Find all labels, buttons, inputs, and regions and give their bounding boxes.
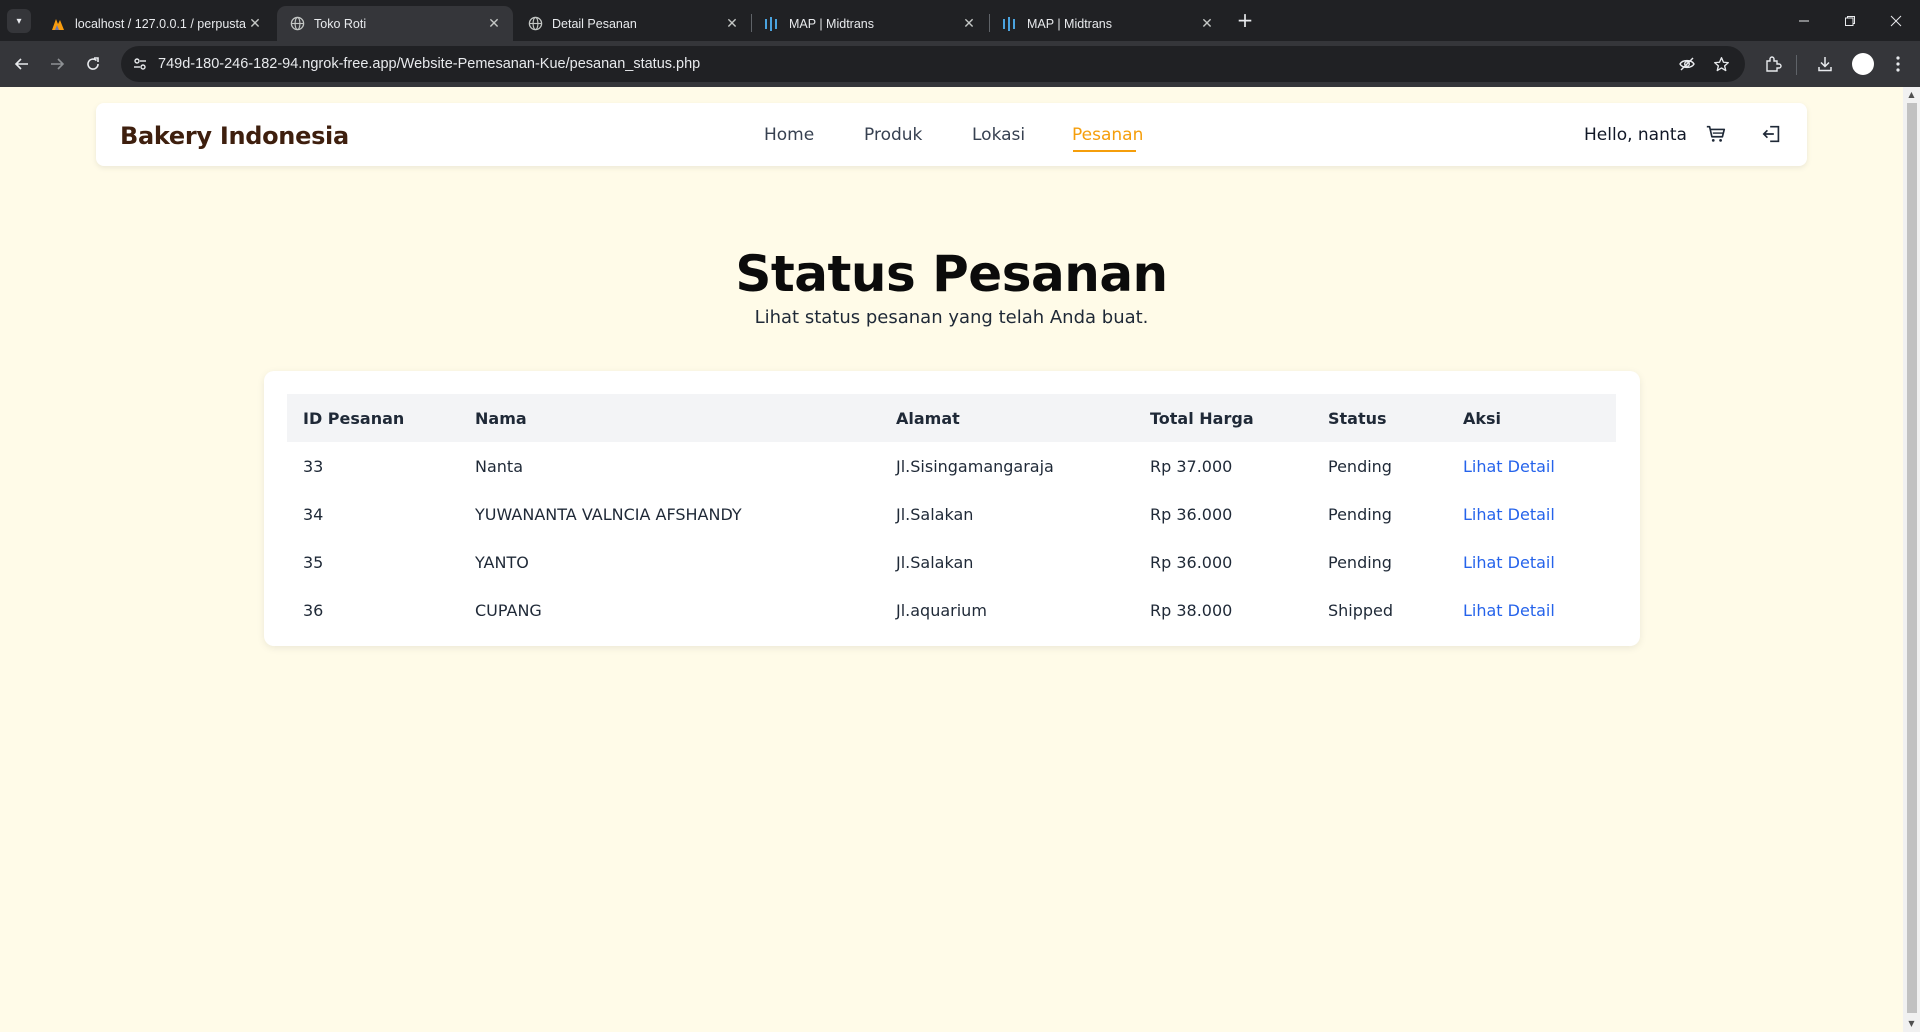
midtrans-icon — [1002, 16, 1018, 32]
tab-search-chevron-icon[interactable]: ▾ — [7, 9, 31, 33]
column-header-aksi: Aksi — [1463, 409, 1502, 428]
active-nav-underline — [1073, 150, 1136, 152]
back-icon[interactable] — [7, 49, 37, 79]
cart-icon[interactable] — [1703, 121, 1729, 147]
cell-id: 35 — [303, 553, 324, 572]
extensions-icon[interactable] — [1761, 52, 1785, 76]
globe-icon — [527, 16, 543, 32]
close-window-icon[interactable] — [1873, 0, 1919, 41]
restore-icon[interactable] — [1827, 0, 1873, 41]
cell-status: Pending — [1328, 553, 1392, 572]
browser-tab-title: localhost / 127.0.0.1 / perpustal — [75, 16, 246, 31]
url-text: 749d-180-246-182-94.ngrok-free.app/Websi… — [158, 56, 701, 72]
phpmyadmin-icon — [50, 16, 66, 32]
brand-logo-text[interactable]: Bakery Indonesia — [120, 122, 349, 150]
browser-tab-2[interactable]: Detail Pesanan ✕ — [515, 6, 751, 41]
table-row: 36 CUPANG Jl.aquarium Rp 38.000 Shipped … — [287, 586, 1616, 634]
cell-id: 34 — [303, 505, 324, 524]
browser-tab-4[interactable]: MAP | Midtrans ✕ — [990, 6, 1226, 41]
browser-tab-title: Toko Roti — [314, 16, 367, 31]
table-row: 33 Nanta Jl.Sisingamangaraja Rp 37.000 P… — [287, 442, 1616, 490]
close-tab-icon[interactable]: ✕ — [723, 16, 741, 32]
close-tab-icon[interactable]: ✕ — [1198, 16, 1216, 32]
cell-nama: YUWANANTA VALNCIA AFSHANDY — [475, 505, 742, 524]
browser-tab-0[interactable]: localhost / 127.0.0.1 / perpustal ✕ — [38, 6, 274, 41]
view-detail-link[interactable]: Lihat Detail — [1463, 553, 1555, 572]
more-menu-icon[interactable] — [1886, 52, 1910, 76]
column-header-id: ID Pesanan — [303, 409, 405, 428]
profile-avatar[interactable] — [1852, 53, 1874, 75]
cell-alamat: Jl.Sisingamangaraja — [896, 457, 1054, 476]
download-icon[interactable] — [1813, 52, 1837, 76]
close-tab-icon[interactable]: ✕ — [246, 16, 264, 32]
globe-icon — [289, 16, 305, 32]
cell-total: Rp 38.000 — [1150, 601, 1233, 620]
cell-status: Shipped — [1328, 601, 1394, 620]
nav-pesanan[interactable]: Pesanan — [1072, 125, 1143, 145]
new-tab-button[interactable]: + — [1233, 9, 1257, 33]
reload-icon[interactable] — [78, 49, 108, 79]
cell-status: Pending — [1328, 457, 1392, 476]
cell-nama: YANTO — [475, 553, 529, 572]
browser-tab-3[interactable]: MAP | Midtrans ✕ — [752, 6, 988, 41]
table-header: ID Pesanan Nama Alamat Total Harga Statu… — [287, 394, 1616, 442]
cell-nama: Nanta — [475, 457, 523, 476]
address-bar[interactable]: 749d-180-246-182-94.ngrok-free.app/Websi… — [121, 46, 1745, 82]
close-tab-icon[interactable]: ✕ — [485, 16, 503, 32]
logout-icon[interactable] — [1759, 121, 1785, 147]
cell-id: 33 — [303, 457, 324, 476]
browser-toolbar: 749d-180-246-182-94.ngrok-free.app/Websi… — [0, 41, 1920, 87]
column-header-total: Total Harga — [1150, 409, 1254, 428]
browser-tab-1[interactable]: Toko Roti ✕ — [277, 6, 513, 41]
view-detail-link[interactable]: Lihat Detail — [1463, 457, 1555, 476]
page-viewport: Bakery Indonesia Home Produk Lokasi Pesa… — [0, 87, 1903, 1032]
cell-alamat: Jl.aquarium — [896, 601, 987, 620]
nav-produk[interactable]: Produk — [864, 125, 922, 145]
site-info-icon[interactable] — [126, 50, 154, 78]
user-greeting: Hello, nanta — [1584, 125, 1687, 145]
view-detail-link[interactable]: Lihat Detail — [1463, 505, 1555, 524]
midtrans-icon — [764, 16, 780, 32]
table-row: 35 YANTO Jl.Salakan Rp 36.000 Pending Li… — [287, 538, 1616, 586]
browser-tab-title: Detail Pesanan — [552, 16, 637, 31]
cell-total: Rp 36.000 — [1150, 553, 1233, 572]
page-subtitle: Lihat status pesanan yang telah Anda bua… — [754, 307, 1149, 328]
toolbar-divider — [1796, 55, 1797, 75]
column-header-alamat: Alamat — [896, 409, 960, 428]
cell-total: Rp 37.000 — [1150, 457, 1233, 476]
browser-tab-bar: ▾ localhost / 127.0.0.1 / perpustal ✕ To… — [0, 0, 1920, 41]
scroll-up-icon[interactable]: ▲ — [1903, 87, 1920, 103]
cell-alamat: Jl.Salakan — [896, 553, 974, 572]
orders-table: ID Pesanan Nama Alamat Total Harga Statu… — [287, 394, 1616, 634]
orders-card: ID Pesanan Nama Alamat Total Harga Statu… — [264, 371, 1640, 646]
column-header-status: Status — [1328, 409, 1387, 428]
site-navbar: Bakery Indonesia Home Produk Lokasi Pesa… — [96, 103, 1807, 166]
bookmark-star-icon[interactable] — [1709, 52, 1733, 76]
minimize-icon[interactable] — [1781, 0, 1827, 41]
cell-status: Pending — [1328, 505, 1392, 524]
cell-total: Rp 36.000 — [1150, 505, 1233, 524]
nav-home[interactable]: Home — [764, 125, 814, 145]
nav-lokasi[interactable]: Lokasi — [972, 125, 1025, 145]
forward-icon[interactable] — [42, 49, 72, 79]
column-header-nama: Nama — [475, 409, 527, 428]
scroll-down-icon[interactable]: ▼ — [1903, 1016, 1920, 1032]
eye-off-icon[interactable] — [1675, 52, 1699, 76]
close-tab-icon[interactable]: ✕ — [960, 16, 978, 32]
page-scrollbar[interactable]: ▲ ▼ — [1903, 87, 1920, 1032]
scrollbar-thumb[interactable] — [1907, 103, 1917, 1013]
cell-nama: CUPANG — [475, 601, 542, 620]
view-detail-link[interactable]: Lihat Detail — [1463, 601, 1555, 620]
browser-tab-title: MAP | Midtrans — [1027, 16, 1112, 31]
cell-alamat: Jl.Salakan — [896, 505, 974, 524]
table-row: 34 YUWANANTA VALNCIA AFSHANDY Jl.Salakan… — [287, 490, 1616, 538]
page-title: Status Pesanan — [735, 245, 1168, 303]
cell-id: 36 — [303, 601, 324, 620]
browser-tab-title: MAP | Midtrans — [789, 16, 874, 31]
